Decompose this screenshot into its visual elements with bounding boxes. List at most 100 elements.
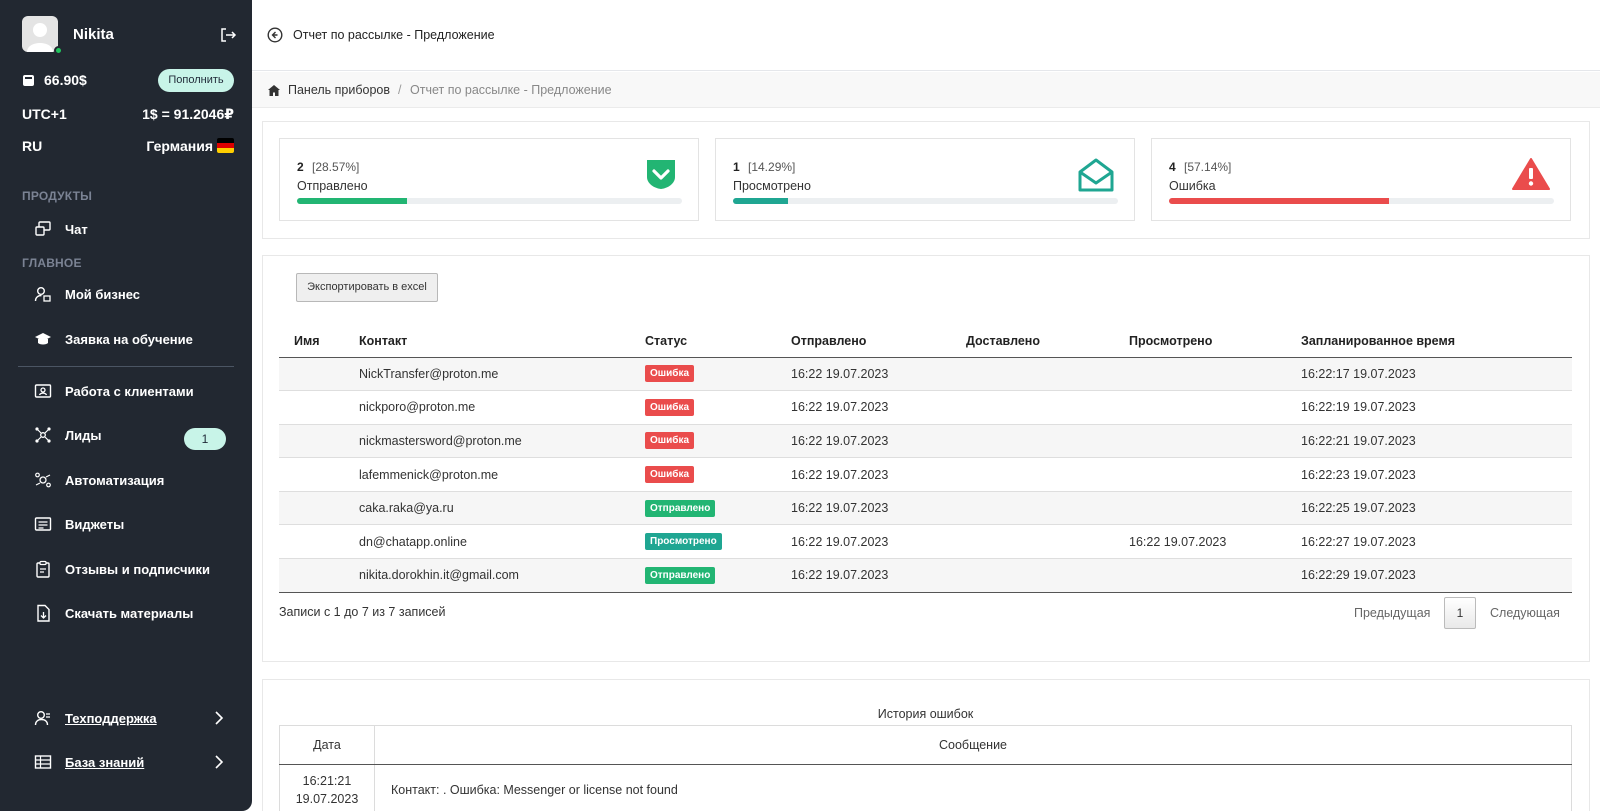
sidebar-item-support[interactable]: Техподдержка [34,708,234,730]
locale-row: RU Германия [22,138,234,158]
sidebar-item-reviews[interactable]: Отзывы и подписчики [34,559,234,581]
scheduled-cell: 16:22:23 19.07.2023 [1294,457,1572,492]
table-info: Записи с 1 до 7 из 7 записей [279,605,446,619]
name-cell [279,524,345,560]
column-header-scheduled[interactable]: Запланированное время [1294,325,1572,358]
sent-cell: 16:22 19.07.2023 [783,558,960,593]
error-history-table: Дата Сообщение 16:21:21 19.07.2023 Контак… [279,725,1572,811]
viewed-cell [1122,558,1294,593]
pagination-previous[interactable]: Предыдущая [1354,606,1430,620]
sidebar-item-label: Техподдержка [65,711,157,726]
sent-cell: 16:22 19.07.2023 [783,390,960,425]
column-header-sent[interactable]: Отправлено [783,325,960,358]
pagination-next[interactable]: Следующая [1490,606,1560,620]
balance-value: 66.90$ [44,72,87,88]
support-user-icon [34,711,50,726]
table-row: caka.raka@ya.ru Отправлено 16:22 19.07.202… [279,491,1572,526]
pagination-page[interactable]: 1 [1444,597,1476,629]
section-products: ПРОДУКТЫ [22,189,93,203]
name-cell [279,558,345,593]
back-arrow-icon[interactable] [267,27,283,43]
viewed-cell [1122,424,1294,459]
chat-icon [35,221,51,236]
top-bar: Отчет по рассылке - Предложение [252,0,1600,71]
contact-cell: lafemmenick@proton.me [345,457,638,492]
topup-button[interactable]: Пополнить [158,69,234,92]
sidebar: Nikita 66.90$ Пополнить UTC+1 1$ = 91.20… [0,0,252,811]
sidebar-item-label: Заявка на обучение [65,332,193,347]
table-header-row: Имя Контакт Статус Отправлено Доставлено… [279,325,1572,358]
sent-cell: 16:22 19.07.2023 [783,357,960,392]
progress-bar [1169,198,1554,204]
contact-cell: NickTransfer@proton.me [345,357,638,392]
viewed-cell [1122,457,1294,492]
column-header-message: Сообщение [374,725,1572,765]
stat-card-sent: 2 [28.57%] Отправлено [279,138,699,221]
column-header-date: Дата [279,725,375,765]
column-header-viewed[interactable]: Просмотрено [1122,325,1294,358]
status-badge: Ошибка [645,365,695,383]
sidebar-item-label: Виджеты [65,517,125,532]
language[interactable]: RU [22,138,42,154]
column-header-name[interactable]: Имя [279,325,345,358]
username: Nikita [73,26,114,43]
exchange-rate: 1$ = 91.2046₽ [142,106,234,122]
error-message-cell: Контакт: . Ошибка: Messenger or license … [374,764,1572,811]
delivered-cell [960,390,1122,425]
user-lock-icon [34,287,51,302]
sidebar-item-training[interactable]: Заявка на обучение [34,329,234,351]
status-cell: Ошибка [638,424,783,459]
stat-percent: [28.57%] [312,160,360,174]
status-cell: Ошибка [638,457,783,492]
sidebar-item-downloads[interactable]: Скачать материалы [34,603,234,625]
progress-bar [297,198,682,204]
table-row: nickmastersword@proton.me Ошибка 16:22 19.… [279,424,1572,459]
delivered-cell [960,357,1122,392]
column-header-delivered[interactable]: Доставлено [960,325,1122,358]
name-cell [279,491,345,526]
sidebar-item-clients[interactable]: Работа с клиентами [34,381,234,403]
viewed-cell: 16:22 19.07.2023 [1122,524,1294,560]
country-selector[interactable]: Германия [146,138,234,154]
warning-icon [1512,158,1550,190]
file-download-icon [37,604,50,622]
viewed-cell [1122,491,1294,526]
viewed-cell [1122,357,1294,392]
sent-cell: 16:22 19.07.2023 [783,424,960,459]
sidebar-item-automation[interactable]: Автоматизация [34,470,234,492]
sidebar-item-label: Лиды [65,428,102,443]
contact-cell: dn@chatapp.online [345,524,638,560]
delivered-cell [960,457,1122,492]
contact-cell: nickmastersword@proton.me [345,424,638,459]
timezone-row: UTC+1 1$ = 91.2046₽ [22,106,234,126]
status-badge: Ошибка [645,432,695,450]
progress-bar [733,198,1118,204]
scheduled-cell: 16:22:27 19.07.2023 [1294,524,1572,560]
table-row: NickTransfer@proton.me Ошибка 16:22 19.07.… [279,357,1572,392]
avatar[interactable] [22,16,58,52]
contact-cell: nikita.dorokhin.it@gmail.com [345,558,638,593]
sidebar-item-knowledge[interactable]: База знаний [34,752,234,774]
open-envelope-icon [1078,158,1114,192]
sidebar-divider [18,366,234,367]
status-cell: Ошибка [638,390,783,425]
scheduled-cell: 16:22:19 19.07.2023 [1294,390,1572,425]
sidebar-item-label: База знаний [65,755,145,770]
breadcrumb-home-link[interactable]: Панель приборов [288,83,390,97]
table-row: 16:21:21 19.07.2023 Контакт: . Ошибка: Me… [279,764,1572,811]
sidebar-item-chat[interactable]: Чат [34,219,234,241]
column-header-contact[interactable]: Контакт [345,325,638,358]
table-row: dn@chatapp.online Просмотрено 16:22 19.07.… [279,524,1572,560]
sidebar-item-widgets[interactable]: Виджеты [34,514,234,536]
status-badge: Отправлено [645,499,716,517]
stat-label: Отправлено [297,179,368,193]
sidebar-item-label: Автоматизация [65,473,165,488]
balance-row: 66.90$ Пополнить [22,69,234,93]
column-header-status[interactable]: Статус [638,325,783,358]
delivered-cell [960,558,1122,593]
profile: Nikita [22,16,237,55]
sidebar-item-my-business[interactable]: Мой бизнес [34,284,234,306]
export-excel-button[interactable]: Экспортировать в excel [296,273,438,302]
logout-icon[interactable] [219,26,237,44]
status-cell: Ошибка [638,357,783,392]
